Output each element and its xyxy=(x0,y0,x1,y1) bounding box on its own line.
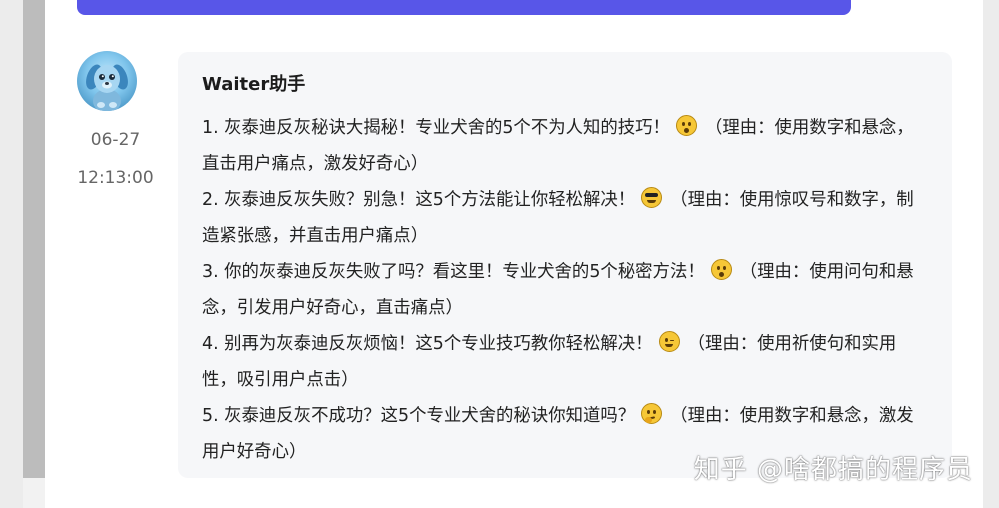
right-edge xyxy=(983,0,999,508)
message-bubble: Waiter助手 1. 灰泰迪反灰秘诀大揭秘！专业犬舍的5个不为人知的技巧！ （理… xyxy=(178,52,952,478)
message-time: 12:13:00 xyxy=(77,168,154,188)
item-text: 4. 别再为灰泰迪反灰烦恼！这5个专业技巧教你轻松解决！ xyxy=(202,334,653,354)
message-list: 1. 灰泰迪反灰秘诀大揭秘！专业犬舍的5个不为人知的技巧！ （理由：使用数字和悬念… xyxy=(202,110,920,470)
watermark: 知乎 @啥都搞的程序员 xyxy=(693,455,973,485)
hushed-face-icon xyxy=(710,259,732,280)
message-date: 06-27 xyxy=(90,130,141,150)
sunglasses-face-icon xyxy=(641,187,663,208)
dog-avatar-icon xyxy=(86,64,128,111)
left-edge xyxy=(0,0,23,508)
sender-name: Waiter助手 xyxy=(202,74,306,95)
list-item: 2. 灰泰迪反灰失败？别急！这5个方法能让你轻松解决！ （理由：使用惊叹号和数字，… xyxy=(202,182,920,254)
list-item: 1. 灰泰迪反灰秘诀大揭秘！专业犬舍的5个不为人知的技巧！ （理由：使用数字和悬念… xyxy=(202,110,920,182)
list-item: 3. 你的灰泰迪反灰失败了吗？看这里！专业犬舍的5个秘密方法！ （理由：使用问句和… xyxy=(202,254,920,326)
item-text: 3. 你的灰泰迪反灰失败了吗？看这里！专业犬舍的5个秘密方法！ xyxy=(202,262,705,282)
thinking-face-icon xyxy=(641,403,663,424)
list-item: 4. 别再为灰泰迪反灰烦恼！这5个专业技巧教你轻松解决！ （理由：使用祈使句和实用… xyxy=(202,326,920,398)
item-text: 1. 灰泰迪反灰秘诀大揭秘！专业犬舍的5个不为人知的技巧！ xyxy=(202,118,670,138)
top-action-button[interactable] xyxy=(77,0,851,15)
winking-face-icon xyxy=(658,331,680,352)
avatar[interactable] xyxy=(77,51,137,111)
astonished-face-icon xyxy=(675,115,697,136)
item-text: 2. 灰泰迪反灰失败？别急！这5个方法能让你轻松解决！ xyxy=(202,190,636,210)
item-text: 5. 灰泰迪反灰不成功？这5个专业犬舍的秘诀你知道吗？ xyxy=(202,406,636,426)
left-scrollbar[interactable] xyxy=(23,0,45,478)
